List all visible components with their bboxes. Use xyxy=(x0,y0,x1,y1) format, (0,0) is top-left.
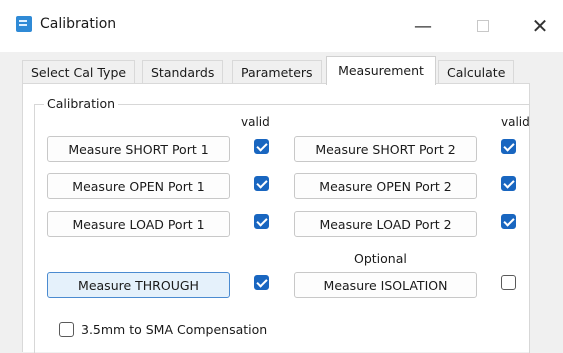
close-button[interactable]: ✕ xyxy=(517,12,563,40)
valid-through-checkbox[interactable] xyxy=(254,275,269,290)
optional-label: Optional xyxy=(354,251,407,266)
compensation-checkbox[interactable] xyxy=(59,322,74,337)
calibration-group: Calibration valid valid Measure SHORT Po… xyxy=(34,96,530,353)
valid-load-port2-checkbox[interactable] xyxy=(501,214,516,229)
calibration-group-label: Calibration xyxy=(44,96,119,111)
measure-load-port2-button[interactable]: Measure LOAD Port 2 xyxy=(294,211,477,237)
valid-open-port1-checkbox[interactable] xyxy=(254,176,269,191)
tab-standards[interactable]: Standards xyxy=(142,60,224,84)
valid-open-port2-checkbox[interactable] xyxy=(501,176,516,191)
app-icon xyxy=(16,16,32,32)
minimize-icon: — xyxy=(414,15,432,37)
tab-select-cal-type[interactable]: Select Cal Type xyxy=(22,60,136,84)
tab-strip: Select Cal Type Standards Parameters Mea… xyxy=(0,52,563,85)
compensation-label[interactable]: 3.5mm to SMA Compensation xyxy=(81,322,267,337)
tab-measurement[interactable]: Measurement xyxy=(326,56,436,85)
minimize-button[interactable]: — xyxy=(400,12,446,40)
measure-short-port1-button[interactable]: Measure SHORT Port 1 xyxy=(47,136,230,162)
measure-short-port2-button[interactable]: Measure SHORT Port 2 xyxy=(294,136,477,162)
valid-label-left: valid xyxy=(241,115,270,129)
maximize-button[interactable] xyxy=(460,12,506,40)
measure-through-button[interactable]: Measure THROUGH xyxy=(47,272,230,298)
measure-open-port2-button[interactable]: Measure OPEN Port 2 xyxy=(294,173,477,199)
tab-parameters[interactable]: Parameters xyxy=(232,60,322,84)
valid-label-right: valid xyxy=(501,115,530,129)
valid-isolation-checkbox[interactable] xyxy=(501,275,516,290)
measure-open-port1-button[interactable]: Measure OPEN Port 1 xyxy=(47,173,230,199)
window-title: Calibration xyxy=(40,16,117,32)
measure-load-port1-button[interactable]: Measure LOAD Port 1 xyxy=(47,211,230,237)
valid-load-port1-checkbox[interactable] xyxy=(254,214,269,229)
valid-short-port1-checkbox[interactable] xyxy=(254,139,269,154)
title-bar: Calibration — ✕ xyxy=(0,0,563,52)
tab-calculate[interactable]: Calculate xyxy=(438,60,515,84)
measurement-panel: Calibration valid valid Measure SHORT Po… xyxy=(22,83,530,353)
close-icon: ✕ xyxy=(531,14,549,38)
valid-short-port2-checkbox[interactable] xyxy=(501,139,516,154)
maximize-icon xyxy=(477,20,489,32)
measure-isolation-button[interactable]: Measure ISOLATION xyxy=(294,272,477,298)
